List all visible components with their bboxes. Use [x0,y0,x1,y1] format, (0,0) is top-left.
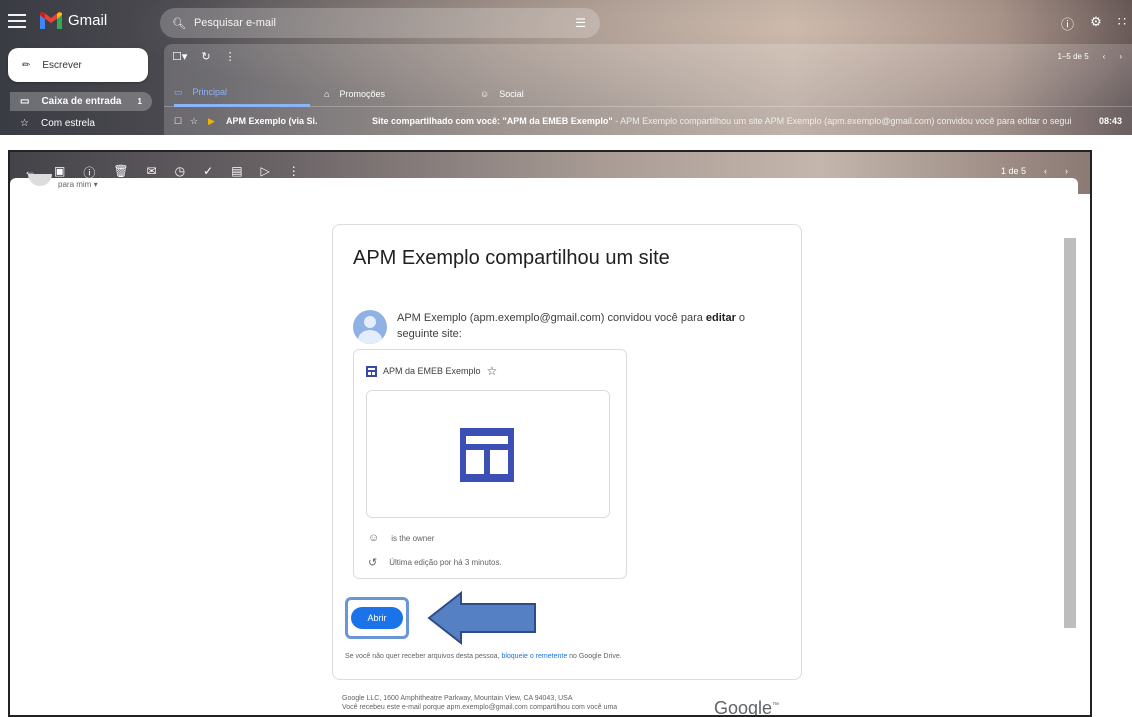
scrollbar[interactable] [1064,238,1076,628]
star-icon: ☆ [20,118,29,129]
footer-reason: Você recebeu este e-mail porque apm.exem… [342,704,618,711]
snippet: - APM Exemplo compartilhou um site APM E… [612,116,1072,126]
google-logo: Google™ [714,698,780,717]
email-time: 08:43 [1098,116,1122,126]
category-tabs: ▭ Principal ⌂ Promoções ☺ Social [164,80,1132,107]
tab-principal[interactable]: ▭ Principal [174,80,310,107]
next-page-icon[interactable]: › [1119,52,1122,61]
sidebar-item-label: Com estrela [40,118,95,129]
invite-bold: editar [705,312,736,324]
site-thumbnail[interactable] [366,390,610,518]
google-sites-icon [366,365,377,377]
person-icon: ☺ [368,532,380,544]
search-bar[interactable]: 🔍︎ Pesquisar e-mail ☰ [160,8,600,38]
user-avatar-icon [353,310,387,344]
footer-address: Google LLC, 1600 Amphitheatre Parkway, M… [342,695,573,702]
tab-label: Principal [192,87,228,97]
message-panel: ← ▣ ⓘ 🗑︎ ✉ ◷ ✓ ▤ ▷ ⋮ 1 de 5 ‹ › para mim… [8,150,1092,717]
site-title-row: APM da EMEB Exemplo ☆ [366,364,497,378]
next-message-icon[interactable]: › [1065,166,1068,176]
block-sender-link[interactable]: bloqueie o remetente [501,653,567,660]
tab-label: Social [499,88,524,99]
tag-icon: ⌂ [324,88,330,99]
edited-row: ↺ Última edição por há 3 minutos. [368,556,502,569]
pencil-icon: ✏ [22,59,31,71]
select-all-checkbox[interactable]: ☐▾ [172,50,187,63]
invite-text: APM Exemplo (apm.exemplo@gmail.com) conv… [397,310,773,344]
recipient-text: para mim [58,180,92,189]
subject: Site compartilhado com você: "APM da EME… [372,116,613,126]
pointer-arrow-icon [427,591,536,645]
more-options-icon[interactable]: ⋮ [225,50,236,63]
unsub-pre: Se você não quer receber arquivos desta … [345,653,502,660]
compose-button[interactable]: ✏ Escrever [8,48,148,82]
app-name: Gmail [68,12,108,29]
gmail-m-icon [40,12,62,29]
email-row[interactable]: ☐ ☆ ▶ APM Exemplo (via Si. Site comparti… [164,110,1132,132]
open-button[interactable]: Abrir [351,607,403,629]
sidebar-item-label: Caixa de entrada [41,96,122,107]
prev-page-icon[interactable]: ‹ [1103,52,1106,61]
pager-text: 1–5 de 5 [1057,52,1089,61]
unsubscribe-text: Se você não quer receber arquivos desta … [345,653,622,660]
share-card: APM Exemplo compartilhou um site APM Exe… [332,224,802,680]
email-footer: Google LLC, 1600 Amphitheatre Parkway, M… [342,694,617,712]
inbox-icon: ▭ [174,86,183,97]
share-title: APM Exemplo compartilhou um site [353,247,670,269]
important-icon[interactable]: ▶ [208,116,215,127]
site-preview-card[interactable]: APM da EMEB Exemplo ☆ ☺ is the owner ↺ Ú… [353,349,627,579]
tab-promocoes[interactable]: ⌂ Promoções [324,80,385,107]
refresh-icon[interactable]: ↻ [201,50,210,63]
sender-avatar [28,174,52,186]
sidebar-item-inbox[interactable]: ▭ Caixa de entrada 1 [10,92,152,111]
star-icon[interactable]: ☆ [487,364,498,378]
subject-snippet: Site compartilhado com você: "APM da EME… [372,116,1072,126]
compose-label: Escrever [42,59,82,71]
google-logo-text: Google [714,698,773,717]
help-icon[interactable]: ⓘ [1061,14,1074,33]
invite-line: APM Exemplo (apm.exemplo@gmail.com) conv… [353,310,773,344]
owner-row: ☺ is the owner [368,532,434,544]
unread-count: 1 [137,97,142,106]
sidebar-item-starred[interactable]: ☆ Com estrela [10,114,152,133]
pager-text: 1 de 5 [1000,166,1026,176]
history-icon: ↺ [368,557,378,569]
gmail-logo[interactable]: Gmail [40,12,107,29]
tab-label: Promoções [339,88,385,99]
tab-social[interactable]: ☺ Social [480,80,524,107]
menu-icon[interactable] [8,14,26,28]
star-icon[interactable]: ☆ [190,116,198,127]
people-icon: ☺ [480,88,490,99]
owner-text: is the owner [391,533,435,543]
apps-grid-icon[interactable]: ∷ [1118,14,1126,33]
search-input[interactable]: Pesquisar e-mail [194,17,276,29]
unsub-post: no Google Drive. [567,653,622,660]
recipient-line[interactable]: para mim ▾ [58,180,98,189]
inbox-panel: Gmail 🔍︎ Pesquisar e-mail ☰ ⓘ ⚙ ∷ ✏ Escr… [0,0,1132,135]
google-sites-large-icon [460,428,514,482]
row-checkbox[interactable]: ☐ [174,116,182,127]
message-body: para mim ▾ APM Exemplo compartilhou um s… [10,174,1078,717]
search-options-icon[interactable]: ☰ [575,16,586,30]
prev-message-icon[interactable]: ‹ [1044,166,1047,176]
sender: APM Exemplo (via Si. [226,116,318,126]
site-name: APM da EMEB Exemplo [383,366,481,376]
search-icon[interactable]: 🔍︎ [172,17,186,30]
invite-pre: APM Exemplo (apm.exemplo@gmail.com) conv… [397,312,706,324]
inbox-icon: ▭ [20,96,30,107]
settings-icon[interactable]: ⚙ [1090,14,1102,33]
edited-text: Última edição por há 3 minutos. [389,558,502,567]
